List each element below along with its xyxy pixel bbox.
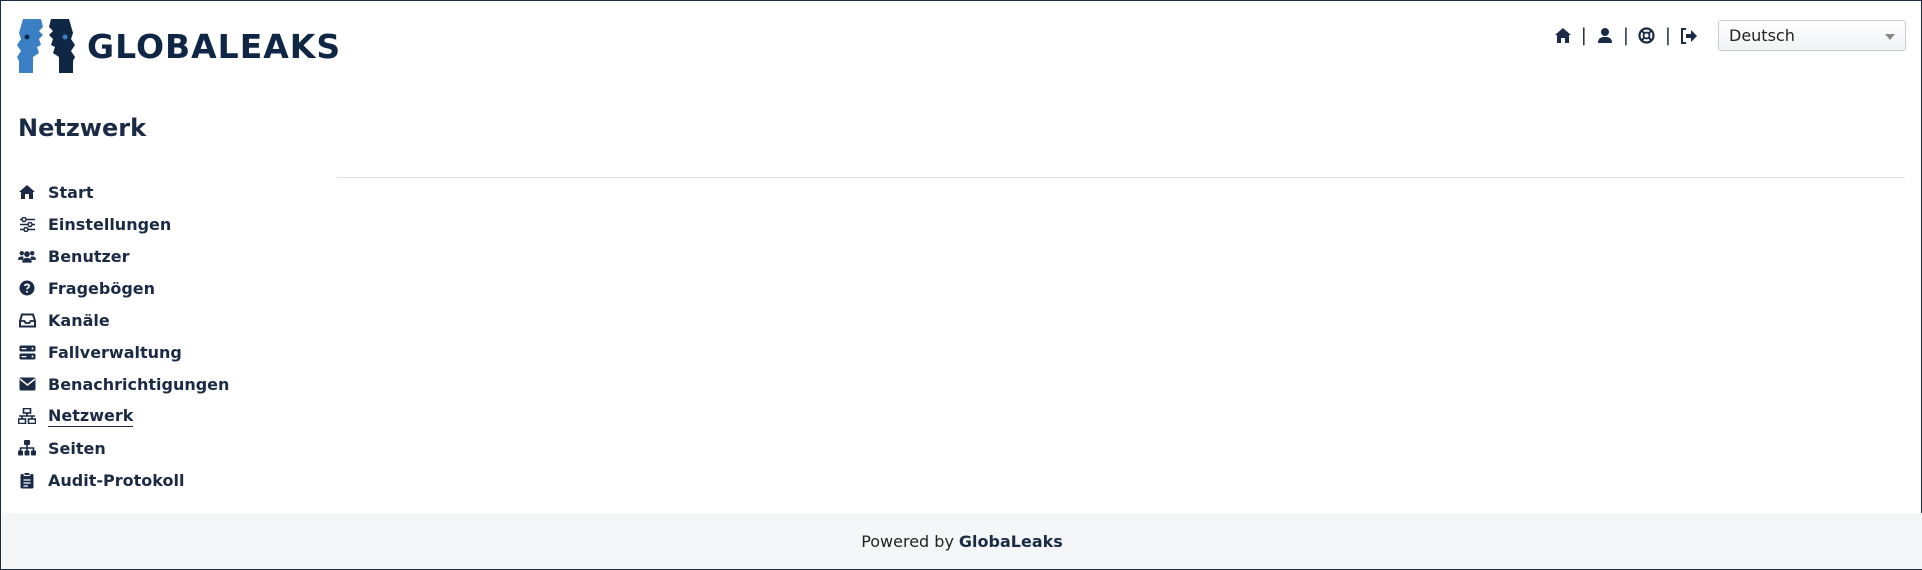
sliders-icon (18, 215, 36, 233)
top-nav-icons: | | | (1553, 25, 1699, 46)
sidebar-item-start[interactable]: Start (18, 176, 229, 208)
footer-brand-link[interactable]: GlobaLeaks (959, 532, 1063, 551)
users-icon (18, 247, 36, 265)
language-select[interactable]: Deutsch (1718, 20, 1906, 51)
sidebar-item-seiten[interactable]: Seiten (18, 432, 229, 464)
sidebar-item-benutzer[interactable]: Benutzer (18, 240, 229, 272)
home-icon (18, 183, 36, 201)
separator: | (1664, 25, 1671, 46)
chevron-down-icon (1885, 34, 1895, 40)
question-circle-icon (18, 279, 36, 297)
sidebar-item-einstellungen[interactable]: Einstellungen (18, 208, 229, 240)
sidebar-item-label: Kanäle (48, 310, 110, 330)
separator: | (1580, 25, 1587, 46)
inbox-icon (18, 311, 36, 329)
clipboard-icon (18, 471, 36, 489)
sidebar-item-label: Benachrichtigungen (48, 374, 230, 394)
separator: | (1622, 25, 1629, 46)
sidebar-item-label: Audit-Protokoll (48, 470, 185, 490)
sidebar-item-kanaele[interactable]: Kanäle (18, 304, 229, 336)
footer-prefix: Powered by (861, 531, 954, 551)
sidebar-item-fallverwaltung[interactable]: Fallverwaltung (18, 336, 229, 368)
sidebar-item-label: Seiten (48, 438, 106, 458)
sidebar-item-audit-protokoll[interactable]: Audit-Protokoll (18, 464, 229, 496)
footer: Powered by GlobaLeaks (2, 513, 1922, 569)
logo-text: GLOBALEAKS (87, 26, 342, 66)
home-icon[interactable] (1553, 26, 1573, 46)
sidebar-nav: Start Einstellungen Benutzer Fragebögen … (18, 176, 229, 496)
language-select-value: Deutsch (1729, 26, 1795, 45)
sidebar-item-label: Fragebögen (48, 278, 156, 298)
logout-icon[interactable] (1679, 26, 1699, 46)
sidebar-item-label: Benutzer (48, 246, 130, 266)
page-title: Netzwerk (18, 114, 147, 142)
sidebar-item-label: Start (48, 182, 94, 202)
sidebar-item-label: Fallverwaltung (48, 342, 182, 362)
lifebuoy-icon[interactable] (1637, 26, 1657, 46)
sidebar-item-netzwerk[interactable]: Netzwerk (18, 400, 229, 432)
network-icon (18, 407, 36, 425)
app-window: GLOBALEAKS | | | Deutsch Netzwerk Start … (0, 0, 1922, 570)
sidebar-item-label: Einstellungen (48, 214, 172, 234)
sidebar-item-frageboegen[interactable]: Fragebögen (18, 272, 229, 304)
content-divider (337, 177, 1905, 178)
server-icon (18, 343, 36, 361)
user-icon[interactable] (1595, 26, 1615, 46)
sidebar-item-benachrichtigungen[interactable]: Benachrichtigungen (18, 368, 229, 400)
envelope-icon (18, 375, 36, 393)
sidebar-item-label: Netzwerk (48, 405, 134, 427)
globaleaks-logo[interactable]: GLOBALEAKS (17, 17, 341, 75)
sitemap-icon (18, 439, 36, 457)
logo-heads-icon (17, 19, 75, 73)
